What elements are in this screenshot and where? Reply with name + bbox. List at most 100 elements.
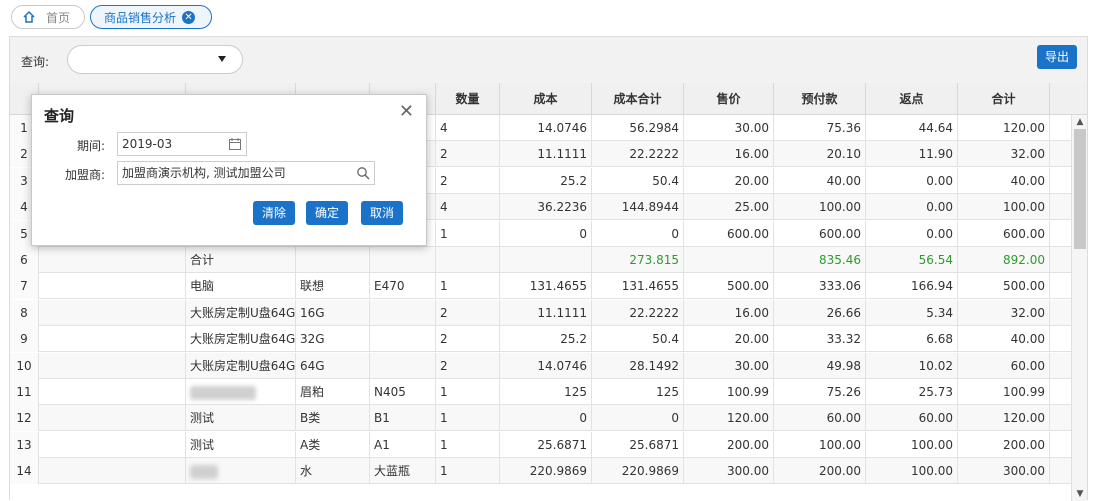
chevron-down-icon — [218, 56, 226, 62]
column-header[interactable]: 售价 — [684, 83, 774, 115]
scroll-down-icon[interactable]: ▼ — [1074, 489, 1086, 499]
clear-button[interactable]: 清除 — [253, 201, 295, 225]
table-cell-total: 60.00 — [958, 352, 1050, 379]
table-cell-c2: 测试 — [186, 431, 296, 458]
table-cell-cost: 125 — [500, 379, 592, 405]
table-cell-price: 20.00 — [684, 167, 774, 194]
table-row[interactable]: 8 大账房定制U盘64G 16G 2 11.1111 22.2222 16.00 26.66 5… — [10, 299, 1071, 326]
calendar-icon[interactable] — [228, 137, 242, 151]
table-cell-c4: B1 — [370, 405, 436, 432]
table-row[interactable]: 10 大账房定制U盘64G 64G 2 14.0746 28.1492 30.00 49.98… — [10, 352, 1071, 379]
close-icon[interactable]: ✕ — [399, 101, 414, 122]
table-cell-c4: E470 — [370, 273, 436, 300]
table-cell-qty: 1 — [436, 458, 500, 485]
table-cell-total: 120.00 — [958, 405, 1050, 432]
table-cell-rebate: 100.00 — [866, 431, 958, 458]
period-label: 期间: — [76, 139, 105, 153]
column-header[interactable]: 合计 — [958, 83, 1050, 115]
table-cell-cost: 25.2 — [500, 167, 592, 194]
table-cell-c4: A1 — [370, 431, 436, 458]
table-cell-n: 8 — [10, 299, 39, 326]
table-cell-n: 11 — [10, 379, 39, 405]
table-cell-costsum: 28.1492 — [592, 352, 684, 379]
table-cell-c2 — [186, 458, 296, 485]
column-header[interactable]: 预付款 — [774, 83, 866, 115]
franchisee-label: 加盟商: — [64, 168, 105, 182]
cancel-button[interactable]: 取消 — [361, 201, 403, 225]
column-header[interactable]: 成本 — [500, 83, 592, 115]
obscured-text — [190, 385, 256, 400]
table-cell-cost: 0 — [500, 220, 592, 247]
table-cell-price: 100.99 — [684, 379, 774, 405]
table-cell-prepay: 20.10 — [774, 141, 866, 168]
table-cell-c3: B类 — [296, 405, 370, 432]
table-cell-price: 30.00 — [684, 115, 774, 141]
table-cell-c3: 16G — [296, 299, 370, 326]
table-row[interactable]: 6 合计 273.815 835.46 56.54 892.00 — [10, 247, 1071, 273]
table-cell-c1 — [39, 273, 186, 300]
tab-home[interactable]: 首页 — [11, 5, 85, 29]
table-cell-cost: 36.2236 — [500, 194, 592, 221]
table-cell-cost: 11.1111 — [500, 141, 592, 168]
query-select[interactable] — [67, 45, 243, 74]
table-cell-qty: 2 — [436, 167, 500, 194]
table-cell-cost: 220.9869 — [500, 458, 592, 485]
table-cell-c2: 大账房定制U盘64G — [186, 299, 296, 326]
table-cell-cost: 131.4655 — [500, 273, 592, 300]
export-button[interactable]: 导出 — [1037, 45, 1077, 69]
table-row[interactable]: 7 电脑 联想 E470 1 131.4655 131.4655 500.00 333.06 16… — [10, 273, 1071, 300]
table-cell-total: 40.00 — [958, 167, 1050, 194]
table-cell-cost: 0 — [500, 405, 592, 432]
column-header[interactable]: 数量 — [436, 83, 500, 115]
table-cell-prepay: 49.98 — [774, 352, 866, 379]
obscured-text — [190, 464, 218, 479]
table-cell-price: 200.00 — [684, 431, 774, 458]
period-field[interactable]: 2019-03 — [117, 132, 247, 156]
table-cell-c2: 测试 — [186, 405, 296, 432]
table-cell-total: 892.00 — [958, 247, 1050, 273]
table-cell-c2: 大账房定制U盘64G — [186, 326, 296, 353]
table-cell-c3: A类 — [296, 431, 370, 458]
table-cell-total: 200.00 — [958, 431, 1050, 458]
table-row[interactable]: 12 测试 B类 B1 1 0 0 120.00 60.00 60.00 120.00 — [10, 405, 1071, 432]
table-cell-c3: 水 — [296, 458, 370, 485]
query-label: 查询: — [21, 55, 50, 69]
table-cell-prepay: 600.00 — [774, 220, 866, 247]
table-cell-qty: 1 — [436, 220, 500, 247]
table-cell-qty: 2 — [436, 326, 500, 353]
franchisee-value: 加盟商演示机构, 测试加盟公司 — [122, 166, 286, 180]
close-icon[interactable]: ✕ — [182, 10, 196, 24]
vertical-scrollbar[interactable]: ▲ ▼ — [1071, 115, 1087, 501]
table-cell-price: 120.00 — [684, 405, 774, 432]
table-cell-qty: 1 — [436, 431, 500, 458]
table-cell-n: 14 — [10, 458, 39, 485]
table-cell-cost: 11.1111 — [500, 299, 592, 326]
confirm-button[interactable]: 确定 — [306, 201, 348, 225]
table-cell-rebate: 0.00 — [866, 194, 958, 221]
table-row[interactable]: 11 眉粕 N405 1 125 125 100.99 75.26 25.73 100.99 — [10, 379, 1071, 405]
table-cell-rebate: 0.00 — [866, 167, 958, 194]
search-icon[interactable] — [356, 166, 370, 180]
table-cell-c3: 32G — [296, 326, 370, 353]
table-cell-c4 — [370, 299, 436, 326]
table-cell-c4 — [370, 326, 436, 353]
scroll-up-icon[interactable]: ▲ — [1074, 117, 1086, 127]
table-cell-rebate: 44.64 — [866, 115, 958, 141]
table-cell-total: 40.00 — [958, 326, 1050, 353]
franchisee-field[interactable]: 加盟商演示机构, 测试加盟公司 — [117, 161, 375, 185]
scroll-thumb[interactable] — [1074, 129, 1086, 249]
table-cell-costsum: 22.2222 — [592, 141, 684, 168]
table-row[interactable]: 14 水大蓝瓶 1 220.9869 220.9869 300.00 200.00 100.0… — [10, 458, 1071, 485]
column-header[interactable]: 成本合计 — [592, 83, 684, 115]
column-header[interactable]: 返点 — [866, 83, 958, 115]
tab-sales-analysis[interactable]: 商品销售分析 ✕ — [90, 5, 212, 29]
table-cell-c3 — [296, 247, 370, 273]
table-row[interactable]: 13 测试 A类 A1 1 25.6871 25.6871 200.00 100.00 100.0… — [10, 431, 1071, 458]
table-cell-cost: 14.0746 — [500, 115, 592, 141]
table-cell-prepay: 26.66 — [774, 299, 866, 326]
table-cell-prepay: 835.46 — [774, 247, 866, 273]
table-cell-price: 500.00 — [684, 273, 774, 300]
table-row[interactable]: 9 大账房定制U盘64G 32G 2 25.2 50.4 20.00 33.32 6.68 40.… — [10, 326, 1071, 353]
table-cell-c3: 64G — [296, 352, 370, 379]
table-cell-prepay: 60.00 — [774, 405, 866, 432]
